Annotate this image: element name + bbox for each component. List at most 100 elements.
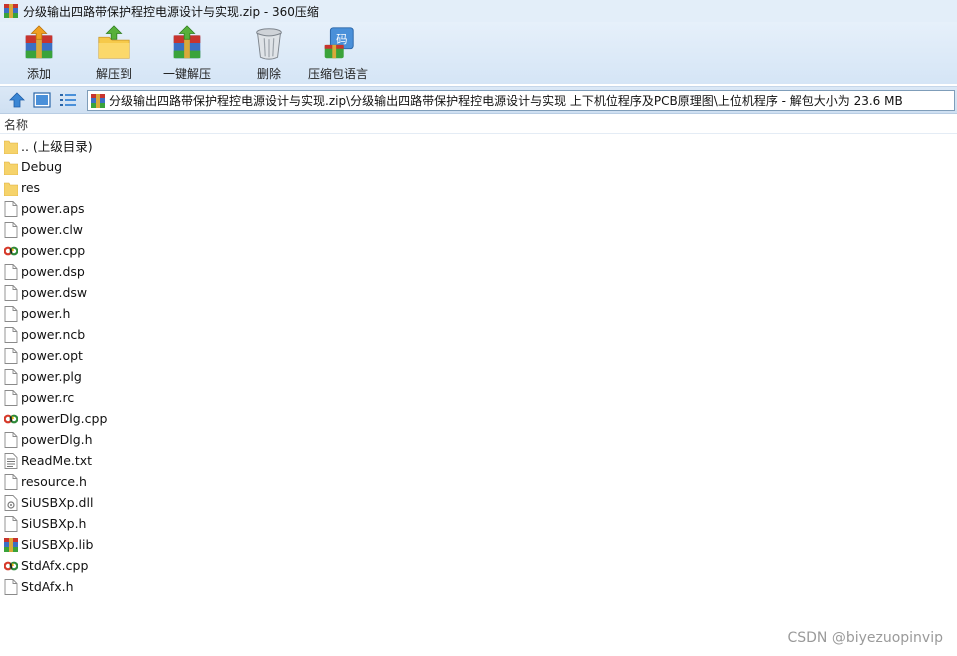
cpp-file-icon	[4, 246, 18, 255]
archive-app-icon	[4, 4, 18, 18]
cpp-file-icon	[4, 561, 18, 570]
folder-icon	[4, 182, 18, 196]
file-icon	[4, 368, 18, 385]
archive-language-icon: 码	[324, 27, 354, 59]
file-icon	[4, 431, 18, 448]
list-view-button[interactable]	[58, 90, 78, 110]
file-row[interactable]: ReadMe.txt	[0, 450, 957, 471]
file-name: power.plg	[21, 369, 82, 384]
file-name: power.aps	[21, 201, 85, 216]
file-icon	[4, 221, 18, 238]
folder-row[interactable]: res	[0, 177, 957, 198]
delete-button-label: 删除	[256, 67, 281, 81]
file-row[interactable]: power.clw	[0, 219, 957, 240]
folder-row[interactable]: .. (上级目录)	[0, 135, 957, 156]
file-row[interactable]: power.ncb	[0, 324, 957, 345]
file-list: .. (上级目录) Debug res power.aps power.clw power…	[0, 135, 957, 597]
file-row[interactable]: power.dsp	[0, 261, 957, 282]
file-name: ReadMe.txt	[21, 453, 93, 468]
file-icon	[4, 200, 18, 217]
file-row[interactable]: SiUSBXp.h	[0, 513, 957, 534]
file-name: power.h	[21, 306, 71, 321]
file-row[interactable]: powerDlg.cpp	[0, 408, 957, 429]
text-file-icon	[4, 452, 18, 469]
file-name: .. (上级目录)	[21, 139, 93, 154]
file-name: power.opt	[21, 348, 83, 363]
one-click-extract-button-label: 一键解压	[163, 67, 212, 81]
toolbar: 添加 解压到 一键解压 删除 码 压缩包语言	[0, 22, 957, 84]
cpp-file-icon	[4, 414, 18, 423]
address-field[interactable]: 分级输出四路带保护程控电源设计与实现.zip\分级输出四路带保护程控电源设计与实…	[87, 90, 955, 111]
title-bar: 分级输出四路带保护程控电源设计与实现.zip - 360压缩	[0, 0, 957, 22]
file-row[interactable]: SiUSBXp.dll	[0, 492, 957, 513]
extract-to-button[interactable]: 解压到	[94, 24, 134, 82]
archive-language-button[interactable]: 码 压缩包语言	[308, 24, 368, 82]
up-arrow-icon	[9, 92, 25, 108]
file-icon	[4, 515, 18, 532]
one-click-extract-button[interactable]: 一键解压	[163, 24, 211, 82]
extract-to-folder-icon	[98, 25, 130, 59]
file-row[interactable]: power.opt	[0, 345, 957, 366]
file-name: power.cpp	[21, 243, 86, 258]
folder-row[interactable]: Debug	[0, 156, 957, 177]
one-click-extract-icon	[173, 25, 201, 59]
file-icon	[4, 473, 18, 490]
file-name: power.clw	[21, 222, 84, 237]
lib-archive-icon	[4, 537, 18, 552]
large-icons-view-icon	[33, 92, 51, 108]
column-header-label: 名称	[4, 117, 29, 132]
file-icon	[4, 326, 18, 343]
file-row[interactable]: power.rc	[0, 387, 957, 408]
file-row[interactable]: power.plg	[0, 366, 957, 387]
file-name: SiUSBXp.lib	[21, 537, 94, 552]
file-name: power.rc	[21, 390, 75, 405]
file-row[interactable]: StdAfx.h	[0, 576, 957, 597]
file-row[interactable]: StdAfx.cpp	[0, 555, 957, 576]
trash-can-icon	[256, 28, 282, 60]
file-icon	[4, 263, 18, 280]
file-name: power.dsp	[21, 264, 85, 279]
window-title: 分级输出四路带保护程控电源设计与实现.zip - 360压缩	[23, 4, 319, 19]
file-name: StdAfx.cpp	[21, 558, 89, 573]
column-header-name[interactable]: 名称	[0, 115, 957, 134]
file-name: powerDlg.h	[21, 432, 93, 447]
file-icon	[4, 284, 18, 301]
add-archive-icon	[25, 25, 53, 59]
file-name: Debug	[21, 159, 63, 174]
list-view-icon	[60, 94, 76, 106]
file-row[interactable]: powerDlg.h	[0, 429, 957, 450]
file-row[interactable]: power.h	[0, 303, 957, 324]
file-name: powerDlg.cpp	[21, 411, 108, 426]
address-bar: 分级输出四路带保护程控电源设计与实现.zip\分级输出四路带保护程控电源设计与实…	[0, 86, 957, 114]
archive-icon	[91, 93, 105, 108]
large-icons-view-button[interactable]	[32, 90, 52, 110]
file-name: SiUSBXp.dll	[21, 495, 94, 510]
watermark: CSDN @biyezuopinvip	[787, 630, 943, 646]
address-path: 分级输出四路带保护程控电源设计与实现.zip\分级输出四路带保护程控电源设计与实…	[109, 94, 903, 108]
file-icon	[4, 347, 18, 364]
archive-language-button-label: 压缩包语言	[308, 67, 369, 81]
file-name: power.ncb	[21, 327, 86, 342]
file-row[interactable]: resource.h	[0, 471, 957, 492]
file-name: res	[21, 180, 41, 195]
file-name: resource.h	[21, 474, 87, 489]
folder-icon	[4, 140, 18, 154]
add-button[interactable]: 添加	[19, 24, 59, 82]
file-icon	[4, 389, 18, 406]
dll-file-icon	[4, 494, 18, 511]
add-button-label: 添加	[26, 67, 51, 81]
up-one-level-button[interactable]	[7, 90, 27, 110]
file-row[interactable]: power.cpp	[0, 240, 957, 261]
extract-to-button-label: 解压到	[95, 67, 132, 81]
file-row[interactable]: SiUSBXp.lib	[0, 534, 957, 555]
folder-icon	[4, 161, 18, 175]
file-row[interactable]: power.aps	[0, 198, 957, 219]
file-name: power.dsw	[21, 285, 88, 300]
file-row[interactable]: power.dsw	[0, 282, 957, 303]
delete-button[interactable]: 删除	[249, 24, 289, 82]
svg-text:码: 码	[336, 32, 347, 46]
file-icon	[4, 578, 18, 595]
file-name: SiUSBXp.h	[21, 516, 87, 531]
file-name: StdAfx.h	[21, 579, 74, 594]
file-icon	[4, 305, 18, 322]
